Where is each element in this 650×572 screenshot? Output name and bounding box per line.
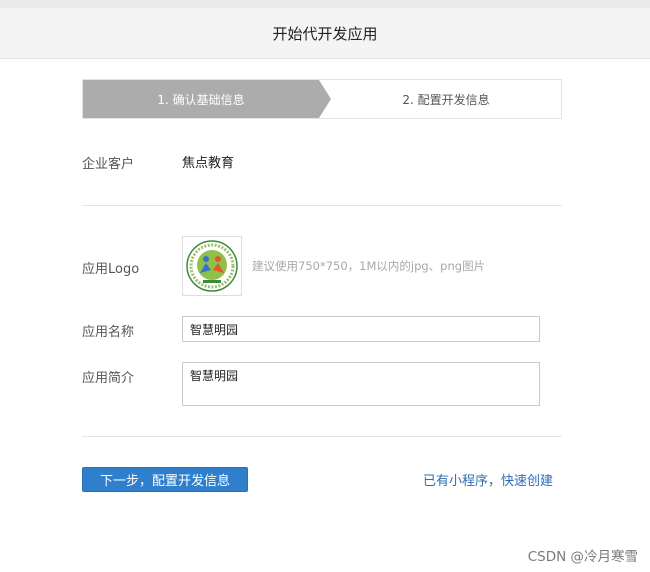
step-confirm-basic-info: 1. 确认基础信息	[83, 80, 319, 118]
step-configure-dev-info: 2. 配置开发信息	[402, 92, 490, 107]
enterprise-label: 企业客户	[82, 157, 135, 172]
quick-create-link[interactable]: 已有小程序，快速创建	[423, 470, 553, 489]
app-intro-textarea[interactable]: 智慧明园	[182, 362, 540, 406]
top-strip	[0, 0, 650, 8]
logo-hint: 建议使用750*750，1M以内的jpg、png图片	[252, 259, 486, 273]
page-header: 开始代开发应用	[0, 8, 650, 59]
name-label: 应用名称	[82, 325, 135, 340]
school-emblem-icon	[186, 240, 238, 292]
next-step-button[interactable]: 下一步，配置开发信息	[82, 467, 248, 492]
enterprise-value: 焦点教育	[182, 156, 235, 171]
step-arrow-icon	[319, 80, 331, 118]
logo-upload[interactable]	[182, 236, 242, 296]
page-title: 开始代开发应用	[272, 24, 378, 43]
divider	[82, 436, 562, 437]
app-name-input[interactable]: 智慧明园	[182, 316, 540, 342]
watermark: CSDN @冷月寒雪	[527, 549, 638, 565]
intro-label: 应用简介	[82, 371, 135, 386]
logo-label: 应用Logo	[82, 262, 140, 277]
step-indicator: 1. 确认基础信息 2. 配置开发信息	[82, 79, 562, 119]
divider	[82, 205, 562, 206]
